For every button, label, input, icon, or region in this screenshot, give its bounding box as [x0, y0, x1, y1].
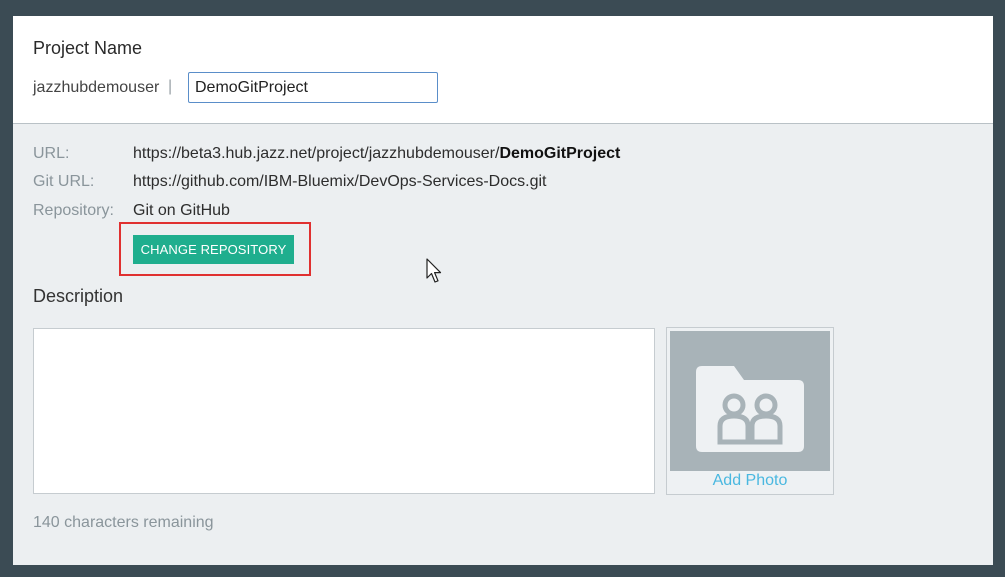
project-name-input[interactable]: [188, 72, 438, 103]
project-settings-panel: Project Name jazzhubdemouser | URL: http…: [13, 16, 993, 565]
add-photo-link[interactable]: Add Photo: [667, 472, 833, 490]
url-project-name: DemoGitProject: [499, 145, 621, 162]
project-name-heading: Project Name: [33, 38, 143, 58]
description-heading: Description: [33, 286, 124, 306]
git-url-value: https://github.com/IBM-Bluemix/DevOps-Se…: [133, 173, 547, 190]
description-textarea[interactable]: [33, 328, 655, 494]
project-name-section: Project Name jazzhubdemouser |: [13, 16, 993, 124]
mouse-cursor-icon: [426, 258, 442, 283]
project-photo[interactable]: Add Photo: [666, 327, 834, 495]
photo-placeholder: [670, 331, 830, 471]
project-owner: jazzhubdemouser: [33, 79, 160, 96]
url-value: https://beta3.hub.jazz.net/project/jazzh…: [133, 145, 620, 163]
change-repository-button[interactable]: CHANGE REPOSITORY: [133, 235, 294, 264]
repository-value: Git on GitHub: [133, 202, 230, 219]
url-prefix: https://beta3.hub.jazz.net/project/jazzh…: [133, 145, 500, 162]
owner-separator: |: [168, 78, 173, 95]
repository-label: Repository:: [33, 202, 114, 219]
folder-users-icon: [696, 366, 804, 452]
url-label: URL:: [33, 145, 70, 162]
characters-remaining: 140 characters remaining: [33, 514, 214, 531]
git-url-label: Git URL:: [33, 173, 95, 190]
